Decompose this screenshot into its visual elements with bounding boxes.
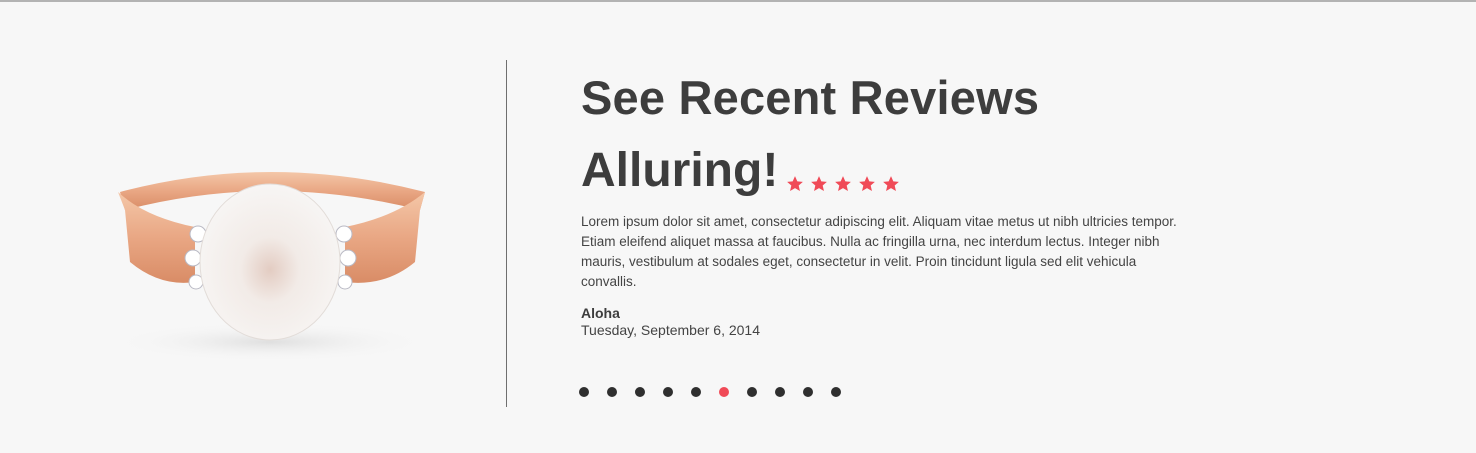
pager-dot[interactable] bbox=[831, 387, 841, 397]
review-pager bbox=[579, 387, 841, 397]
star-icon bbox=[787, 176, 804, 192]
pager-dot-active[interactable] bbox=[719, 387, 729, 397]
rating-stars bbox=[786, 175, 900, 193]
pager-dot[interactable] bbox=[747, 387, 757, 397]
pager-dot[interactable] bbox=[635, 387, 645, 397]
star-icon bbox=[835, 176, 852, 192]
pager-dot[interactable] bbox=[663, 387, 673, 397]
pager-dot[interactable] bbox=[607, 387, 617, 397]
pager-dot[interactable] bbox=[579, 387, 589, 397]
review-header: Alluring! bbox=[581, 145, 900, 197]
pager-dot[interactable] bbox=[803, 387, 813, 397]
star-icon bbox=[859, 176, 876, 192]
review-body: Lorem ipsum dolor sit amet, consectetur … bbox=[581, 214, 1177, 289]
star-icon bbox=[811, 176, 828, 192]
section-title: See Recent Reviews bbox=[581, 71, 1040, 124]
pager-dot[interactable] bbox=[775, 387, 785, 397]
review-date: Tuesday, September 6, 2014 bbox=[581, 322, 760, 338]
review-title: Alluring! bbox=[581, 144, 779, 197]
star-icon bbox=[883, 176, 900, 192]
pearl-ring-image bbox=[110, 172, 430, 362]
reviewer-name: Aloha bbox=[581, 305, 620, 321]
pager-dot[interactable] bbox=[691, 387, 701, 397]
vertical-divider bbox=[506, 60, 507, 407]
